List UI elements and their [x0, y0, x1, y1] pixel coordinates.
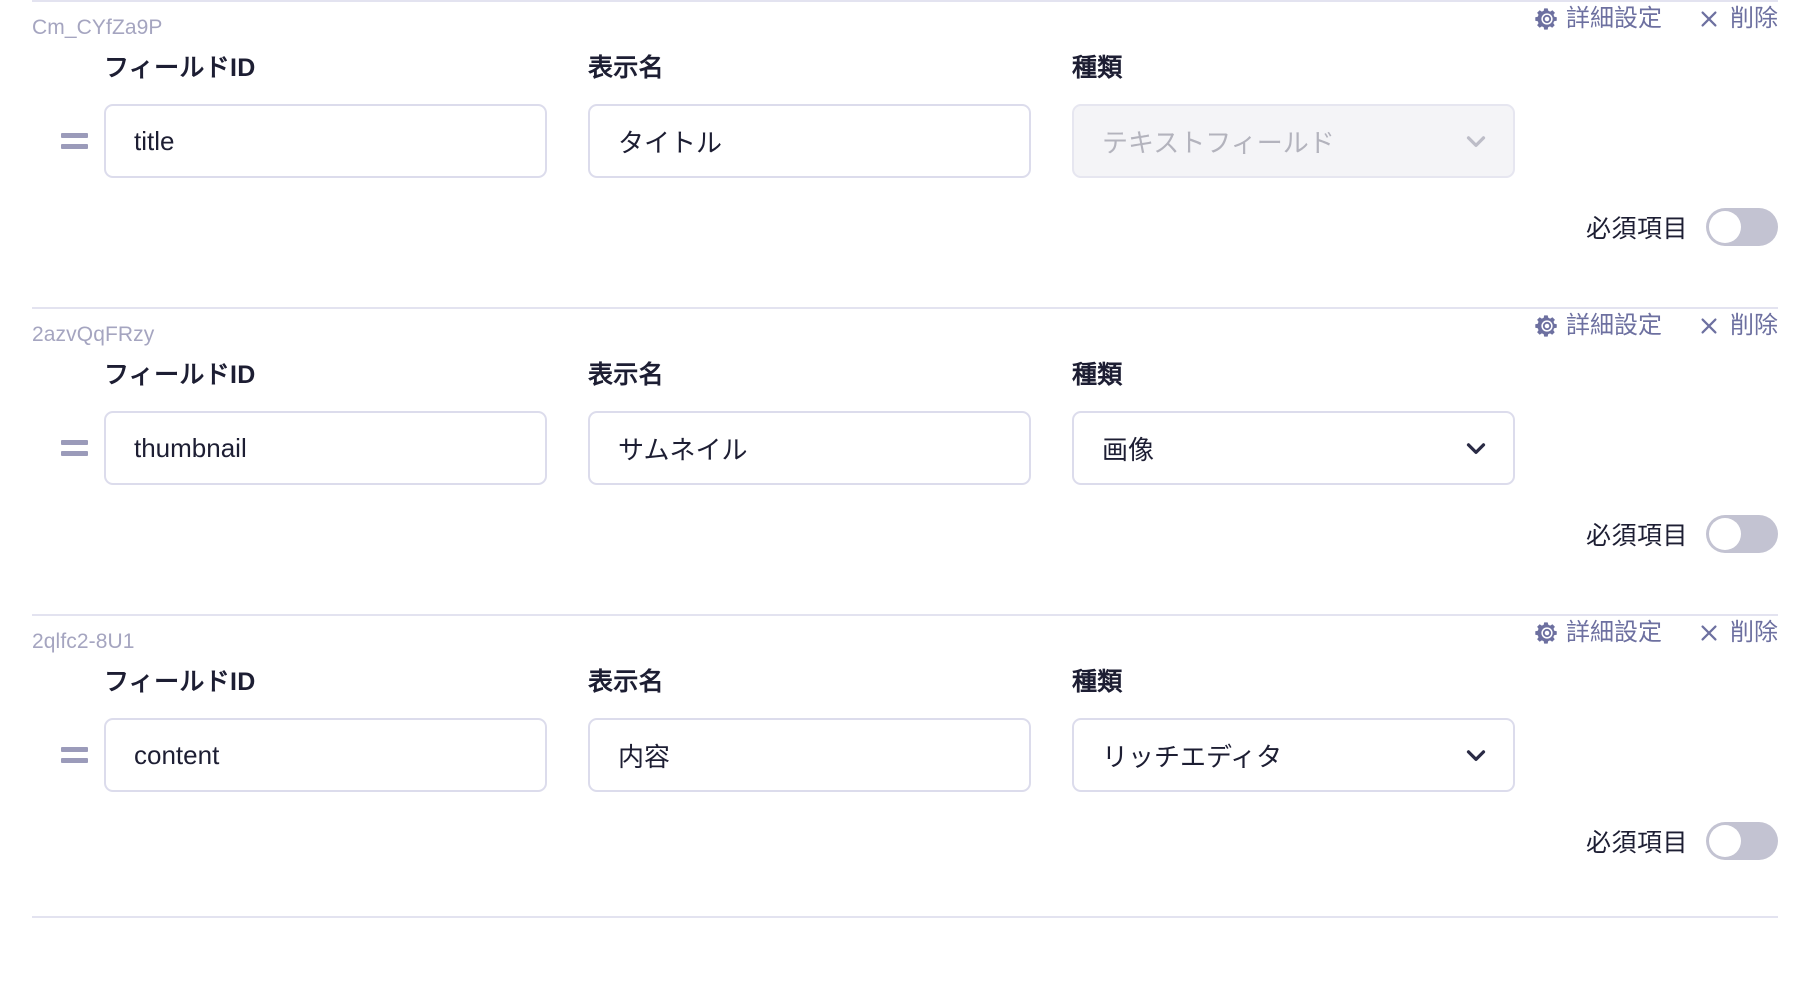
field-id-input[interactable]: [104, 104, 547, 178]
required-label: 必須項目: [1585, 829, 1688, 857]
display-name-label: 表示名: [588, 361, 664, 389]
field-row-body: フィールドID 表示名 種類テキストフィールド: [32, 48, 1778, 178]
field-id-label: フィールドID: [104, 361, 256, 389]
required-label: 必須項目: [1585, 522, 1688, 550]
display-name-input[interactable]: [588, 104, 1031, 178]
kind-cell: リッチエディタ: [1072, 718, 1515, 792]
gear-icon: [1534, 313, 1560, 339]
field-uid: 2azvQqFRzy: [32, 322, 155, 346]
field-row: Cm_CYfZa9P 詳細設定 削除フィールドID 表示名 種類テキストフィールド必須項…: [0, 2, 1816, 307]
kind-select-value: テキストフィールド: [1102, 127, 1335, 158]
required-toggle-knob: [1709, 211, 1741, 243]
advanced-settings-button[interactable]: 詳細設定: [1534, 620, 1662, 646]
field-row-body: フィールドID 表示名 種類リッチエディタ: [32, 662, 1778, 792]
field-row-header: 2qlfc2-8U1 詳細設定 削除: [32, 616, 1778, 662]
drag-handle-icon[interactable]: [32, 718, 104, 792]
field-id-label: フィールドID: [104, 54, 256, 82]
field-row-header: 2azvQqFRzy 詳細設定 削除: [32, 309, 1778, 355]
field-row-body: フィールドID 表示名 種類画像: [32, 355, 1778, 485]
field-id-input[interactable]: [104, 411, 547, 485]
kind-cell: テキストフィールド: [1072, 104, 1515, 178]
advanced-settings-button[interactable]: 詳細設定: [1534, 313, 1662, 339]
required-toggle[interactable]: [1706, 515, 1778, 553]
close-icon: [1698, 315, 1720, 337]
field-editor-page: Cm_CYfZa9P詳細設定削除フィールドID表示名種類テキストフィールド必須項…: [0, 0, 1816, 986]
drag-handle-icon[interactable]: [32, 411, 104, 485]
field-id-label: フィールドID: [104, 668, 256, 696]
required-toggle-row: 必須項目: [32, 792, 1778, 860]
kind-select-value: 画像: [1102, 434, 1155, 465]
required-label: 必須項目: [1585, 215, 1688, 243]
display-name-cell: [588, 718, 1031, 792]
delete-field-button[interactable]: 削除: [1698, 7, 1778, 31]
kind-cell: 画像: [1072, 411, 1515, 485]
field-row-actions: 詳細設定 削除: [1534, 620, 1778, 646]
required-toggle-row: 必須項目: [32, 178, 1778, 246]
display-name-label: 表示名: [588, 668, 664, 696]
close-icon: [1698, 8, 1720, 30]
required-toggle-row: 必須項目: [32, 485, 1778, 553]
field-list: Cm_CYfZa9P詳細設定削除フィールドID表示名種類テキストフィールド必須項…: [0, 0, 1816, 918]
display-name-input[interactable]: [588, 718, 1031, 792]
advanced-settings-label: 詳細設定: [1566, 312, 1662, 339]
field-id-cell: [104, 411, 547, 485]
required-toggle-knob: [1709, 825, 1741, 857]
kind-label: 種類: [1072, 361, 1123, 389]
display-name-input[interactable]: [588, 411, 1031, 485]
drag-handle-icon[interactable]: [32, 104, 104, 178]
display-name-cell: [588, 411, 1031, 485]
delete-label: 削除: [1730, 5, 1778, 32]
kind-select-wrap: テキストフィールド: [1072, 104, 1515, 178]
field-uid: 2qlfc2-8U1: [32, 629, 135, 653]
field-row-header: Cm_CYfZa9P 詳細設定 削除: [32, 2, 1778, 48]
field-row-actions: 詳細設定 削除: [1534, 6, 1778, 32]
field-id-input[interactable]: [104, 718, 547, 792]
delete-field-button[interactable]: 削除: [1698, 621, 1778, 645]
field-row-actions: 詳細設定 削除: [1534, 313, 1778, 339]
field-uid: Cm_CYfZa9P: [32, 15, 163, 39]
kind-label: 種類: [1072, 668, 1123, 696]
required-toggle[interactable]: [1706, 822, 1778, 860]
gear-icon: [1534, 620, 1560, 646]
kind-select-value: リッチエディタ: [1102, 741, 1283, 772]
kind-select: テキストフィールド: [1072, 104, 1515, 178]
close-icon: [1698, 622, 1720, 644]
field-row: 2azvQqFRzy 詳細設定 削除フィールドID 表示名 種類画像必須項目: [0, 309, 1816, 614]
field-row-divider: [32, 916, 1778, 918]
kind-label: 種類: [1072, 54, 1123, 82]
delete-field-button[interactable]: 削除: [1698, 314, 1778, 338]
delete-label: 削除: [1730, 312, 1778, 339]
kind-select[interactable]: リッチエディタ: [1072, 718, 1515, 792]
field-id-cell: [104, 104, 547, 178]
field-row: 2qlfc2-8U1 詳細設定 削除フィールドID 表示名 種類リッチエディタ必須項目: [0, 616, 1816, 916]
display-name-label: 表示名: [588, 54, 664, 82]
advanced-settings-label: 詳細設定: [1566, 5, 1662, 32]
required-toggle-knob: [1709, 518, 1741, 550]
kind-select[interactable]: 画像: [1072, 411, 1515, 485]
gear-icon: [1534, 6, 1560, 32]
advanced-settings-label: 詳細設定: [1566, 619, 1662, 646]
required-toggle[interactable]: [1706, 208, 1778, 246]
kind-select-wrap: 画像: [1072, 411, 1515, 485]
kind-select-wrap: リッチエディタ: [1072, 718, 1515, 792]
display-name-cell: [588, 104, 1031, 178]
delete-label: 削除: [1730, 619, 1778, 646]
advanced-settings-button[interactable]: 詳細設定: [1534, 6, 1662, 32]
field-id-cell: [104, 718, 547, 792]
